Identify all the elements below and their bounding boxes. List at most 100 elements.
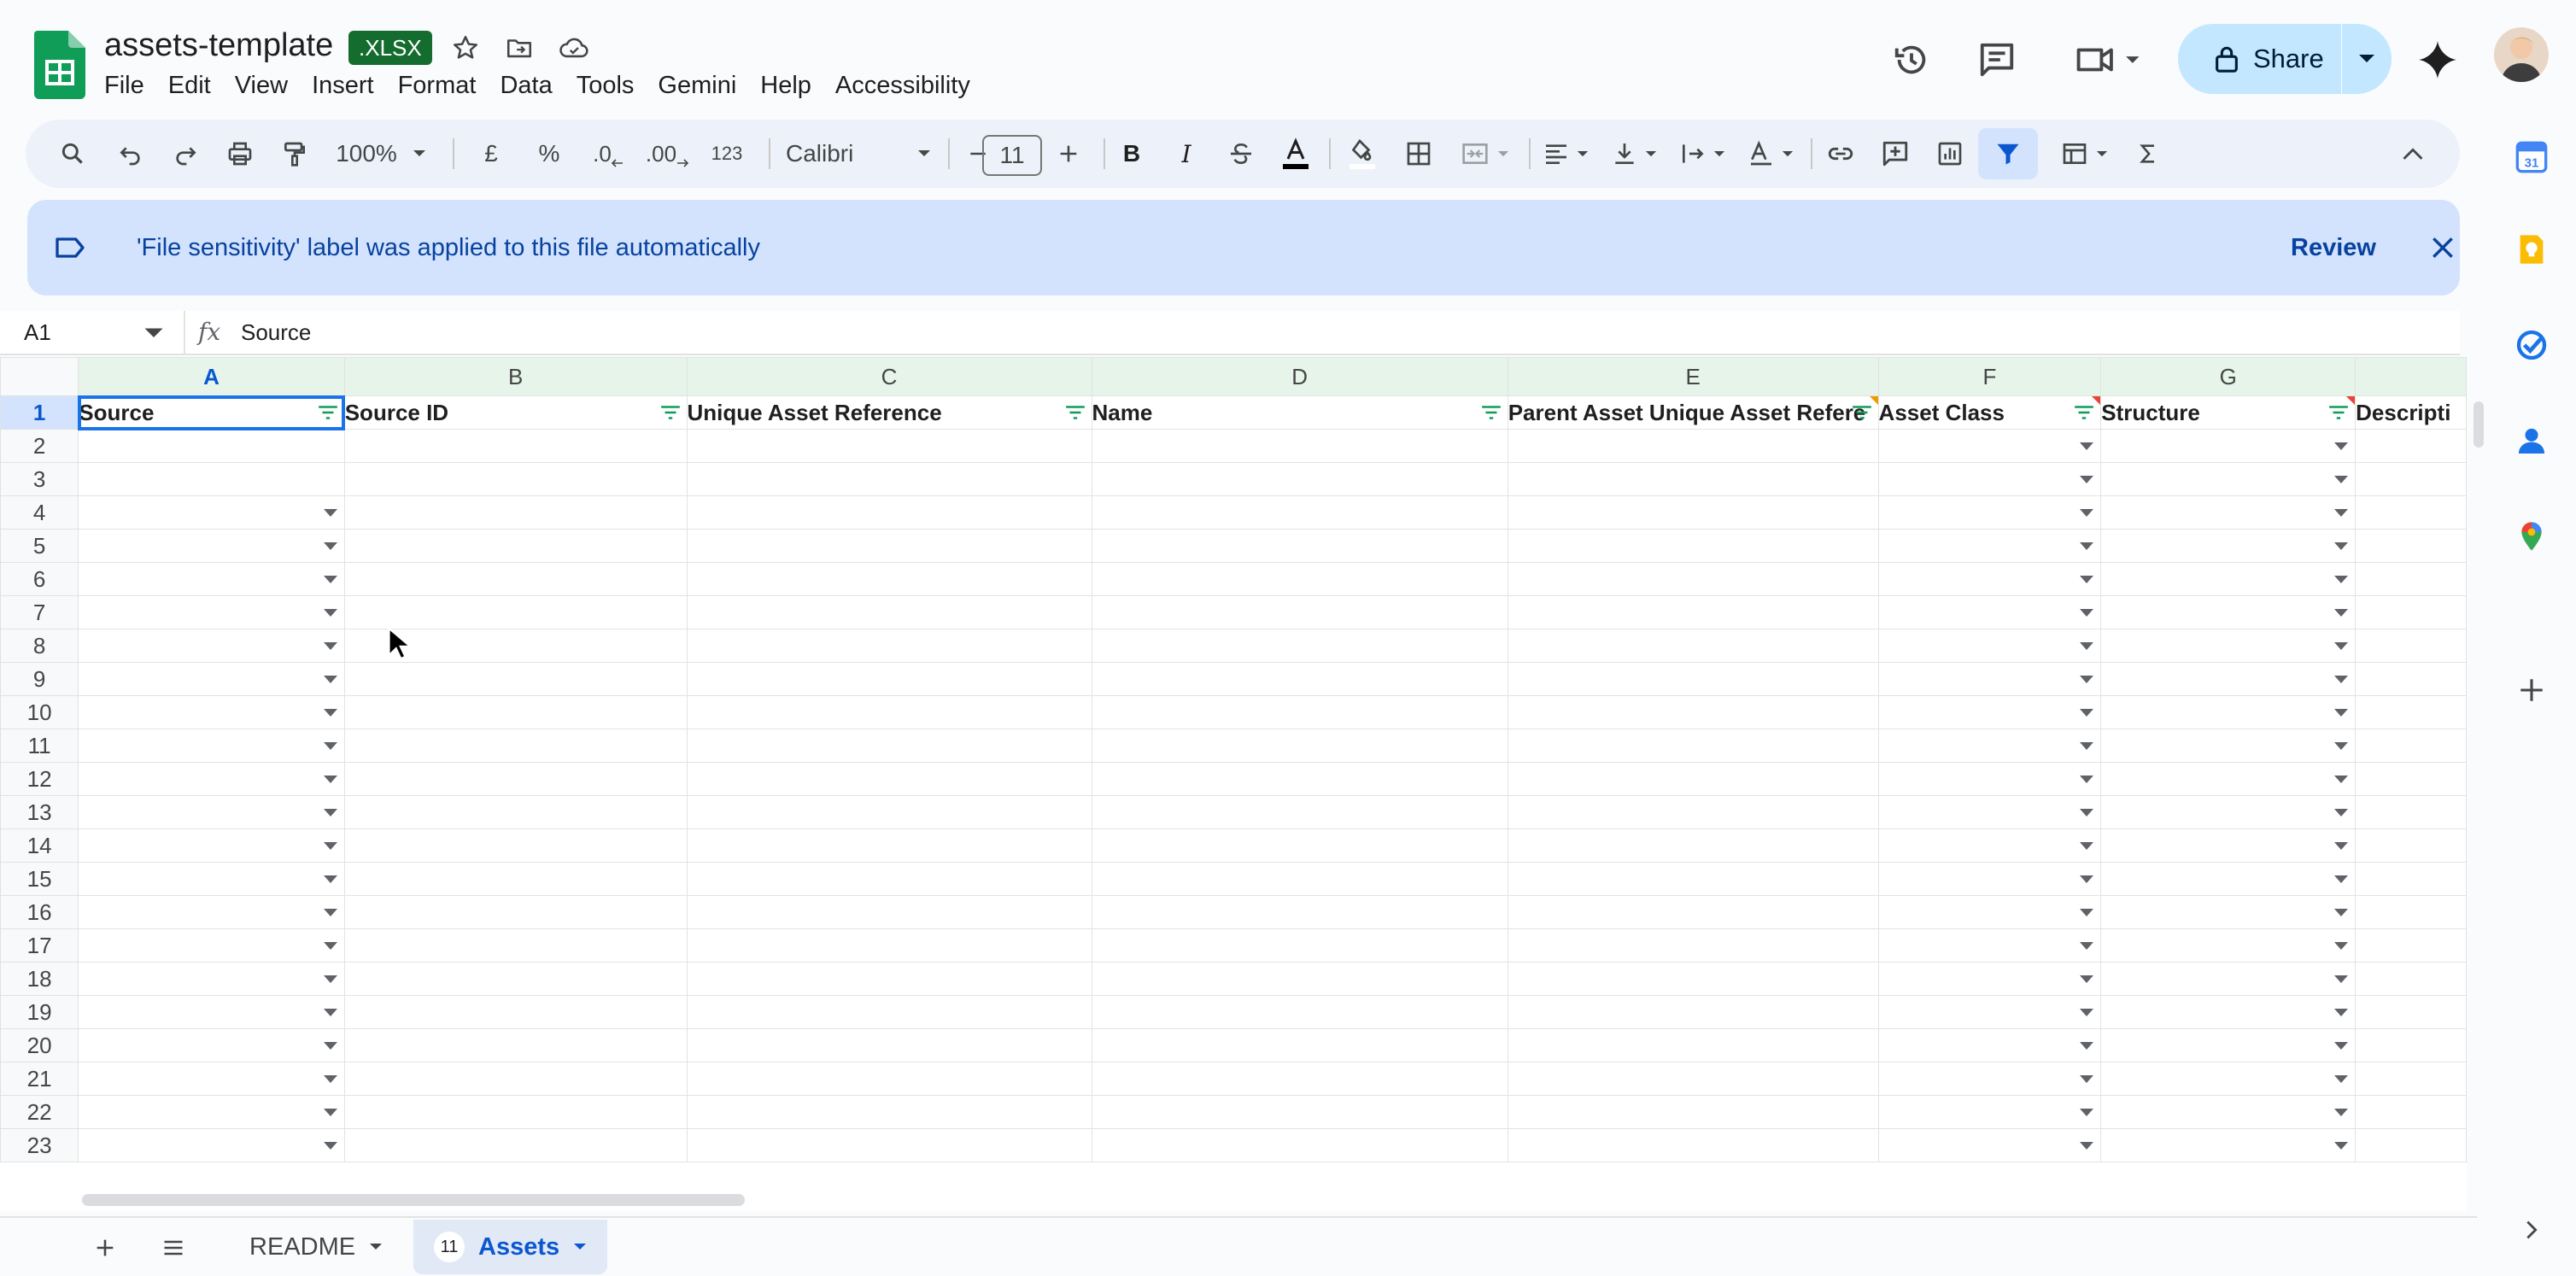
grid-cell[interactable] (1877, 562, 2102, 596)
increase-decimal-button[interactable]: .00 (639, 120, 695, 188)
grid-cell[interactable] (1507, 1128, 1879, 1162)
grid-cell[interactable] (1877, 1095, 2102, 1129)
dropdown-chip-icon[interactable] (323, 542, 337, 550)
dropdown-chip-icon[interactable] (323, 676, 337, 683)
row-header[interactable]: 11 (0, 729, 79, 763)
row-header[interactable]: 6 (0, 562, 79, 596)
text-rotation-icon[interactable] (1742, 120, 1799, 188)
italic-button[interactable]: I (1165, 120, 1208, 188)
dropdown-chip-icon[interactable] (2080, 542, 2094, 550)
grid-cell[interactable] (78, 695, 345, 729)
chevron-down-icon[interactable] (143, 319, 169, 345)
grid-cell[interactable] (1877, 529, 2102, 563)
dropdown-chip-icon[interactable] (2334, 975, 2349, 983)
grid-cell[interactable] (78, 762, 345, 796)
grid-cell[interactable] (343, 1062, 688, 1096)
grid-cell[interactable] (686, 595, 1092, 629)
share-button[interactable]: Share (2178, 24, 2324, 94)
dropdown-chip-icon[interactable] (2080, 576, 2094, 583)
spreadsheet-grid[interactable]: A B C D E F G 1 Source Source ID Unique Ass… (0, 357, 2467, 1211)
grid-cell[interactable] (1507, 695, 1879, 729)
grid-cell[interactable] (1091, 995, 1508, 1029)
grid-cell[interactable] (1507, 429, 1879, 463)
grid-cell[interactable] (1091, 828, 1508, 863)
add-addon-icon[interactable] (2508, 666, 2556, 714)
grid-cell[interactable] (686, 1128, 1092, 1162)
menu-data[interactable]: Data (488, 67, 564, 104)
dropdown-chip-icon[interactable] (2080, 442, 2094, 450)
grid-cell[interactable] (1507, 962, 1879, 996)
row-header[interactable]: 22 (0, 1095, 79, 1129)
grid-cell[interactable] (2100, 662, 2356, 696)
dropdown-chip-icon[interactable] (2080, 809, 2094, 817)
grid-cell[interactable] (2355, 429, 2467, 463)
insert-link-icon[interactable] (1819, 120, 1862, 188)
grid-cell[interactable] (78, 1128, 345, 1162)
column-filter-icon[interactable] (659, 403, 682, 422)
column-filter-icon[interactable] (317, 403, 339, 422)
grid-cell[interactable] (78, 1062, 345, 1096)
user-avatar[interactable] (2494, 27, 2549, 82)
grid-cell[interactable] (1091, 695, 1508, 729)
dropdown-chip-icon[interactable] (323, 1042, 337, 1050)
dropdown-chip-icon[interactable] (2080, 1075, 2094, 1083)
grid-cell[interactable] (2100, 995, 2356, 1029)
strikethrough-icon[interactable] (1220, 120, 1262, 188)
menu-file[interactable]: File (92, 67, 156, 104)
grid-cell[interactable] (78, 595, 345, 629)
grid-cell[interactable] (2355, 1095, 2467, 1129)
dropdown-chip-icon[interactable] (323, 509, 337, 517)
grid-cell[interactable] (1507, 795, 1879, 829)
dropdown-chip-icon[interactable] (2334, 909, 2349, 916)
dropdown-chip-icon[interactable] (2080, 742, 2094, 750)
grid-cell[interactable] (1091, 895, 1508, 929)
undo-icon[interactable] (109, 120, 152, 188)
column-filter-icon[interactable] (1851, 403, 1873, 422)
grid-cell[interactable] (1877, 1028, 2102, 1062)
grid-cell[interactable] (1507, 595, 1879, 629)
percent-format-button[interactable]: % (528, 120, 571, 188)
grid-cell[interactable] (78, 429, 345, 463)
grid-cell[interactable] (1507, 995, 1879, 1029)
grid-cell[interactable] (1877, 895, 2102, 929)
column-header-f[interactable]: F (1877, 357, 2102, 396)
grid-cell[interactable] (2100, 895, 2356, 929)
grid-cell[interactable] (2355, 1128, 2467, 1162)
grid-cell[interactable] (1091, 595, 1508, 629)
sheets-logo-icon[interactable] (34, 31, 85, 99)
grid-cell[interactable] (1877, 595, 2102, 629)
dropdown-chip-icon[interactable] (2080, 1109, 2094, 1116)
grid-cell[interactable] (2100, 629, 2356, 663)
grid-cell[interactable] (2100, 1062, 2356, 1096)
grid-cell[interactable] (686, 1095, 1092, 1129)
grid-cell[interactable] (686, 1028, 1092, 1062)
grid-cell[interactable] (1877, 1128, 2102, 1162)
grid-cell[interactable] (686, 695, 1092, 729)
grid-cell[interactable] (2100, 795, 2356, 829)
insert-comment-icon[interactable] (1874, 120, 1917, 188)
grid-cell[interactable] (1507, 562, 1879, 596)
dropdown-chip-icon[interactable] (323, 875, 337, 883)
dropdown-chip-icon[interactable] (2334, 509, 2349, 517)
search-menus-icon[interactable] (51, 120, 94, 188)
grid-cell[interactable] (1091, 729, 1508, 763)
dropdown-chip-icon[interactable] (2080, 476, 2094, 483)
row-header[interactable]: 5 (0, 529, 79, 563)
dropdown-chip-icon[interactable] (2334, 776, 2349, 783)
grid-cell[interactable] (2355, 762, 2467, 796)
name-box[interactable]: A1 (24, 318, 51, 347)
column-filter-icon[interactable] (1064, 403, 1086, 422)
maps-pin-icon[interactable] (2508, 512, 2556, 560)
header-cell[interactable]: Asset Class (1877, 395, 2102, 430)
dropdown-chip-icon[interactable] (2080, 676, 2094, 683)
grid-cell[interactable] (1091, 1095, 1508, 1129)
grid-cell[interactable] (1877, 629, 2102, 663)
tasks-icon[interactable] (2508, 321, 2556, 369)
grid-cell[interactable] (343, 695, 688, 729)
grid-cell[interactable] (2355, 928, 2467, 963)
grid-cell[interactable] (343, 1128, 688, 1162)
currency-format-button[interactable]: £ (470, 120, 512, 188)
dropdown-chip-icon[interactable] (2080, 909, 2094, 916)
grid-cell[interactable] (1507, 1062, 1879, 1096)
dropdown-chip-icon[interactable] (323, 1075, 337, 1083)
